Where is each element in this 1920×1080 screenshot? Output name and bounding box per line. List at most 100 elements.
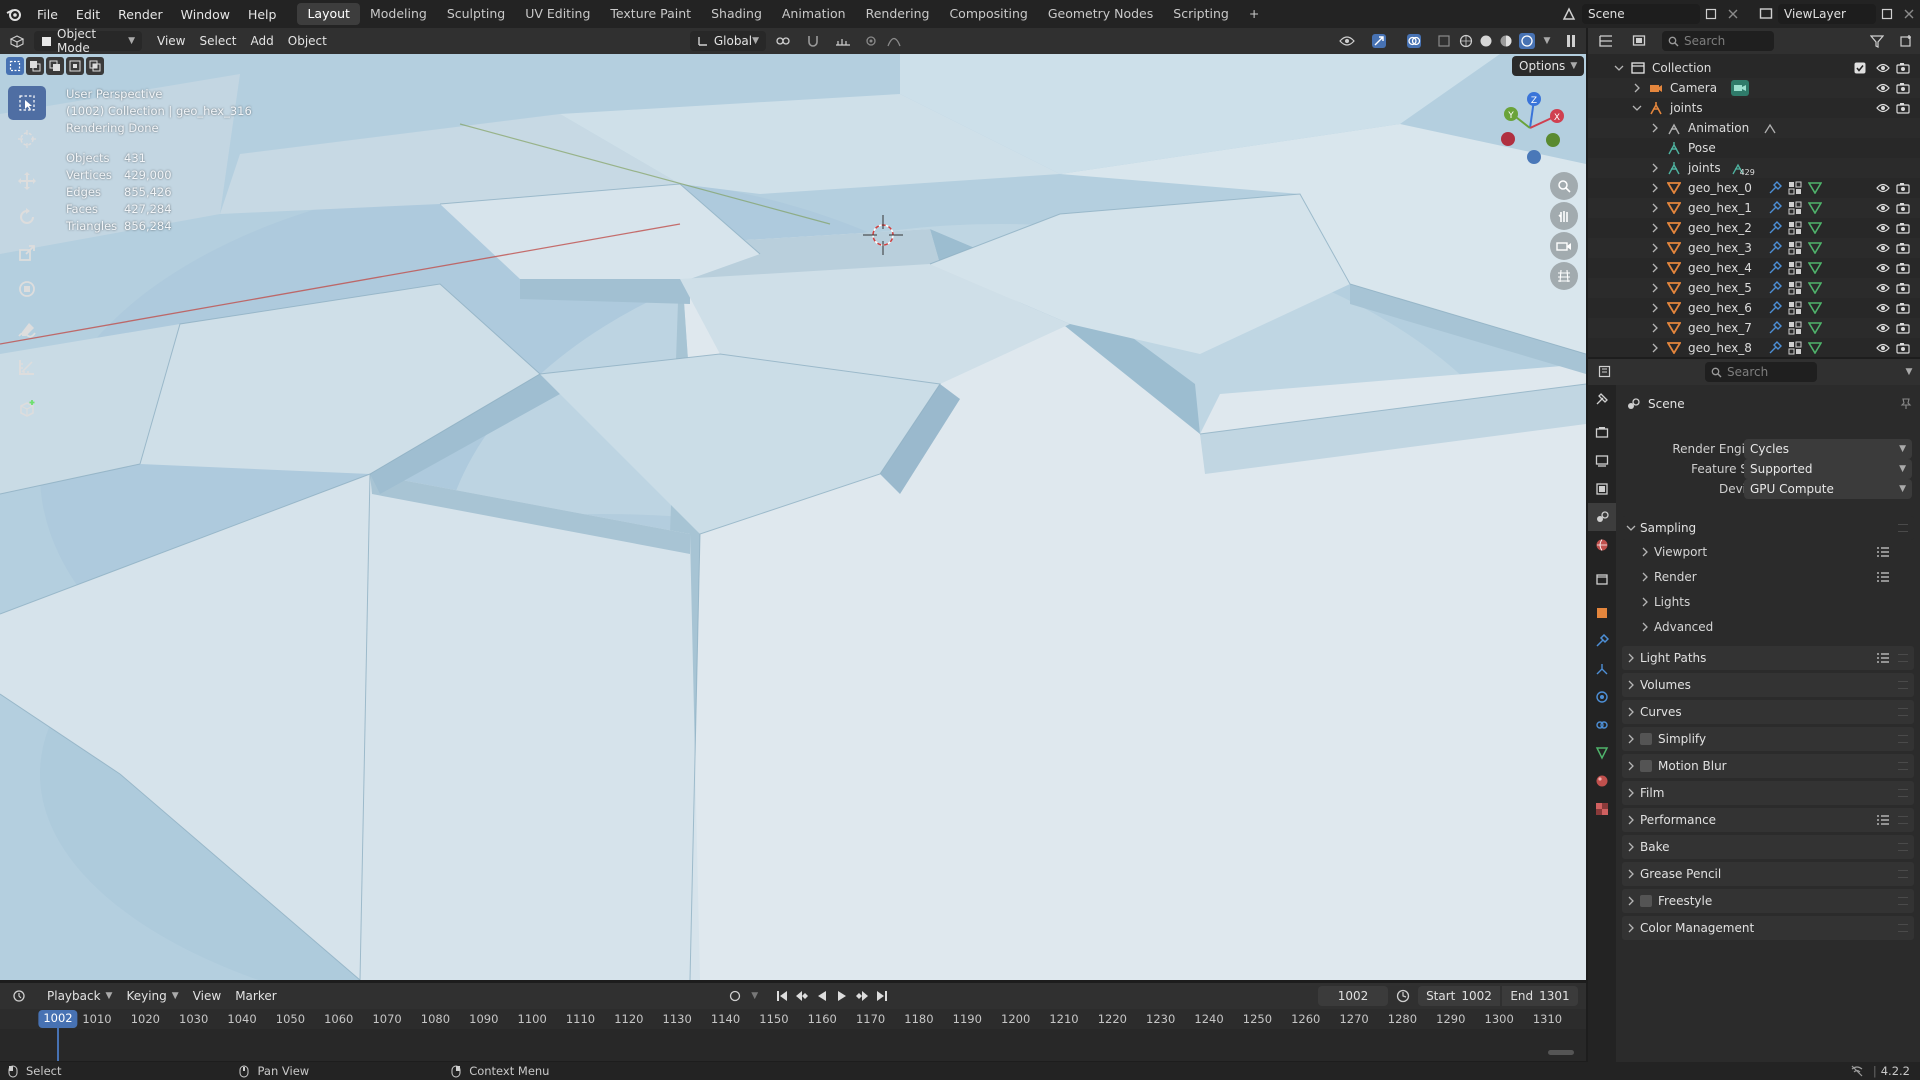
tab-material[interactable] <box>1588 767 1616 795</box>
tab-collection[interactable] <box>1588 565 1616 593</box>
render-camera-icon[interactable] <box>1896 242 1910 254</box>
eye-icon[interactable] <box>1876 222 1890 234</box>
vertex-groups-icon[interactable] <box>1788 181 1802 195</box>
panel-volumes[interactable]: Volumes <box>1622 673 1914 697</box>
workspace-tab-rendering[interactable]: Rendering <box>856 3 940 25</box>
jump-to-start-icon[interactable] <box>772 990 792 1002</box>
expand-chevron-down-icon[interactable] <box>1628 103 1646 113</box>
properties-search-field[interactable]: Search <box>1705 362 1817 382</box>
action-data-icon[interactable] <box>1763 121 1777 135</box>
3d-viewport[interactable]: Z X Y Options ▼ User Perspective (1002) … <box>0 54 1586 980</box>
expand-chevron-right-icon[interactable] <box>1646 283 1664 293</box>
panel-grip-icon[interactable] <box>1898 816 1908 824</box>
measure-tool[interactable] <box>8 350 46 384</box>
workspace-tab-animation[interactable]: Animation <box>772 3 856 25</box>
overlays-toggle-icon[interactable] <box>1396 33 1432 49</box>
viewport-menu-add[interactable]: Add <box>244 31 281 51</box>
end-frame-field[interactable]: End 1301 <box>1502 986 1578 1006</box>
wireframe-shading-icon[interactable] <box>1456 34 1476 48</box>
outliner-search-field[interactable]: Search <box>1662 31 1774 51</box>
panel-grip-icon[interactable] <box>1898 524 1908 532</box>
material-shading-icon[interactable] <box>1496 34 1516 48</box>
select-new-icon[interactable] <box>6 57 24 75</box>
eye-icon[interactable] <box>1876 282 1890 294</box>
outliner-row[interactable]: geo_hex_4 <box>1588 258 1920 278</box>
select-box-tool[interactable] <box>8 86 46 120</box>
viewport-menu-object[interactable]: Object <box>281 31 334 51</box>
outliner-tree[interactable]: Collection Camera joints Animation Pose joint… <box>1588 54 1920 357</box>
preview-range-icon[interactable] <box>1388 989 1418 1003</box>
keying-options-chevron-icon[interactable]: ▼ <box>746 991 764 1001</box>
timeline-menu-keying[interactable]: Keying ▼ <box>119 986 185 1006</box>
menu-file[interactable]: File <box>28 7 67 22</box>
select-invert-icon[interactable] <box>66 57 84 75</box>
eye-icon[interactable] <box>1876 262 1890 274</box>
workspace-tab-shading[interactable]: Shading <box>701 3 772 25</box>
mesh-data-icon[interactable] <box>1808 341 1822 355</box>
tab-constraints[interactable] <box>1588 711 1616 739</box>
select-subtract-icon[interactable] <box>46 57 64 75</box>
tab-texture[interactable] <box>1588 795 1616 823</box>
camera-view-button[interactable] <box>1550 232 1578 260</box>
wrench-icon[interactable] <box>1768 261 1782 275</box>
tab-render[interactable] <box>1588 419 1616 447</box>
viewport-menu-select[interactable]: Select <box>192 31 243 51</box>
mesh-data-icon[interactable] <box>1808 201 1822 215</box>
presets-list-icon[interactable] <box>1876 546 1890 558</box>
outliner-row[interactable]: geo_hex_0 <box>1588 178 1920 198</box>
play-reverse-icon[interactable] <box>812 990 832 1002</box>
subpanel-sampling-render[interactable]: Render <box>1636 566 1914 588</box>
timeline-menu-marker[interactable]: Marker <box>228 986 283 1006</box>
vertex-groups-icon[interactable] <box>1788 201 1802 215</box>
subpanel-sampling-advanced[interactable]: Advanced <box>1636 616 1914 638</box>
outliner-row[interactable]: Pose <box>1588 138 1920 158</box>
panel-grip-icon[interactable] <box>1898 681 1908 689</box>
panel-enable-checkbox[interactable] <box>1640 895 1652 907</box>
outliner-row[interactable]: geo_hex_7 <box>1588 318 1920 338</box>
vertex-groups-icon[interactable] <box>1788 281 1802 295</box>
snap-icon[interactable] <box>800 34 826 48</box>
new-collection-icon[interactable] <box>1892 34 1920 48</box>
eye-icon[interactable] <box>1876 322 1890 334</box>
wrench-icon[interactable] <box>1768 321 1782 335</box>
panel-grip-icon[interactable] <box>1898 735 1908 743</box>
panel-color-management[interactable]: Color Management <box>1622 916 1914 940</box>
navigation-gizmo[interactable]: Z X Y <box>1490 88 1570 168</box>
pan-view-button[interactable] <box>1550 202 1578 230</box>
zoom-view-button[interactable] <box>1550 172 1578 200</box>
tab-output[interactable] <box>1588 447 1616 475</box>
tab-scene[interactable] <box>1588 503 1616 531</box>
presets-list-icon[interactable] <box>1876 814 1890 826</box>
transform-orientation-dropdown[interactable]: Global ▼ <box>689 31 766 51</box>
render-camera-icon[interactable] <box>1896 282 1910 294</box>
presets-list-icon[interactable] <box>1876 571 1890 583</box>
eye-icon[interactable] <box>1876 82 1890 94</box>
outliner-row[interactable]: joints <box>1588 98 1920 118</box>
mesh-data-icon[interactable] <box>1808 241 1822 255</box>
network-off-icon[interactable] <box>1845 1065 1869 1077</box>
start-frame-field[interactable]: Start 1002 <box>1418 986 1500 1006</box>
vertex-groups-icon[interactable] <box>1788 241 1802 255</box>
menu-help[interactable]: Help <box>239 7 286 22</box>
panel-grip-icon[interactable] <box>1898 843 1908 851</box>
panel-grip-icon[interactable] <box>1898 870 1908 878</box>
jump-to-keyframe-forward-icon[interactable] <box>852 990 872 1002</box>
move-tool[interactable] <box>8 164 46 198</box>
eye-icon[interactable] <box>1876 342 1890 354</box>
viewport-menu-view[interactable]: View <box>150 31 192 51</box>
delete-scene-icon[interactable] <box>1722 9 1744 19</box>
outliner-row[interactable]: joints 429 <box>1588 158 1920 178</box>
workspace-tab-modeling[interactable]: Modeling <box>360 3 437 25</box>
view-layer-selector[interactable]: ViewLayer <box>1778 4 1876 24</box>
timeline-menu-playback[interactable]: Playback ▼ <box>40 986 119 1006</box>
frame-ruler[interactable]: 1010 1020 1030 1040 1050 1060 1070 1080 1090 1100… <box>0 1009 1586 1029</box>
pause-render-icon[interactable] <box>1556 34 1586 48</box>
editor-type-icon[interactable] <box>0 34 34 48</box>
wrench-icon[interactable] <box>1768 221 1782 235</box>
panel-curves[interactable]: Curves <box>1622 700 1914 724</box>
panel-grip-icon[interactable] <box>1898 897 1908 905</box>
render-camera-icon[interactable] <box>1896 102 1910 114</box>
proportional-edit-icon[interactable] <box>860 35 882 47</box>
eye-icon[interactable] <box>1876 102 1890 114</box>
render-camera-icon[interactable] <box>1896 222 1910 234</box>
